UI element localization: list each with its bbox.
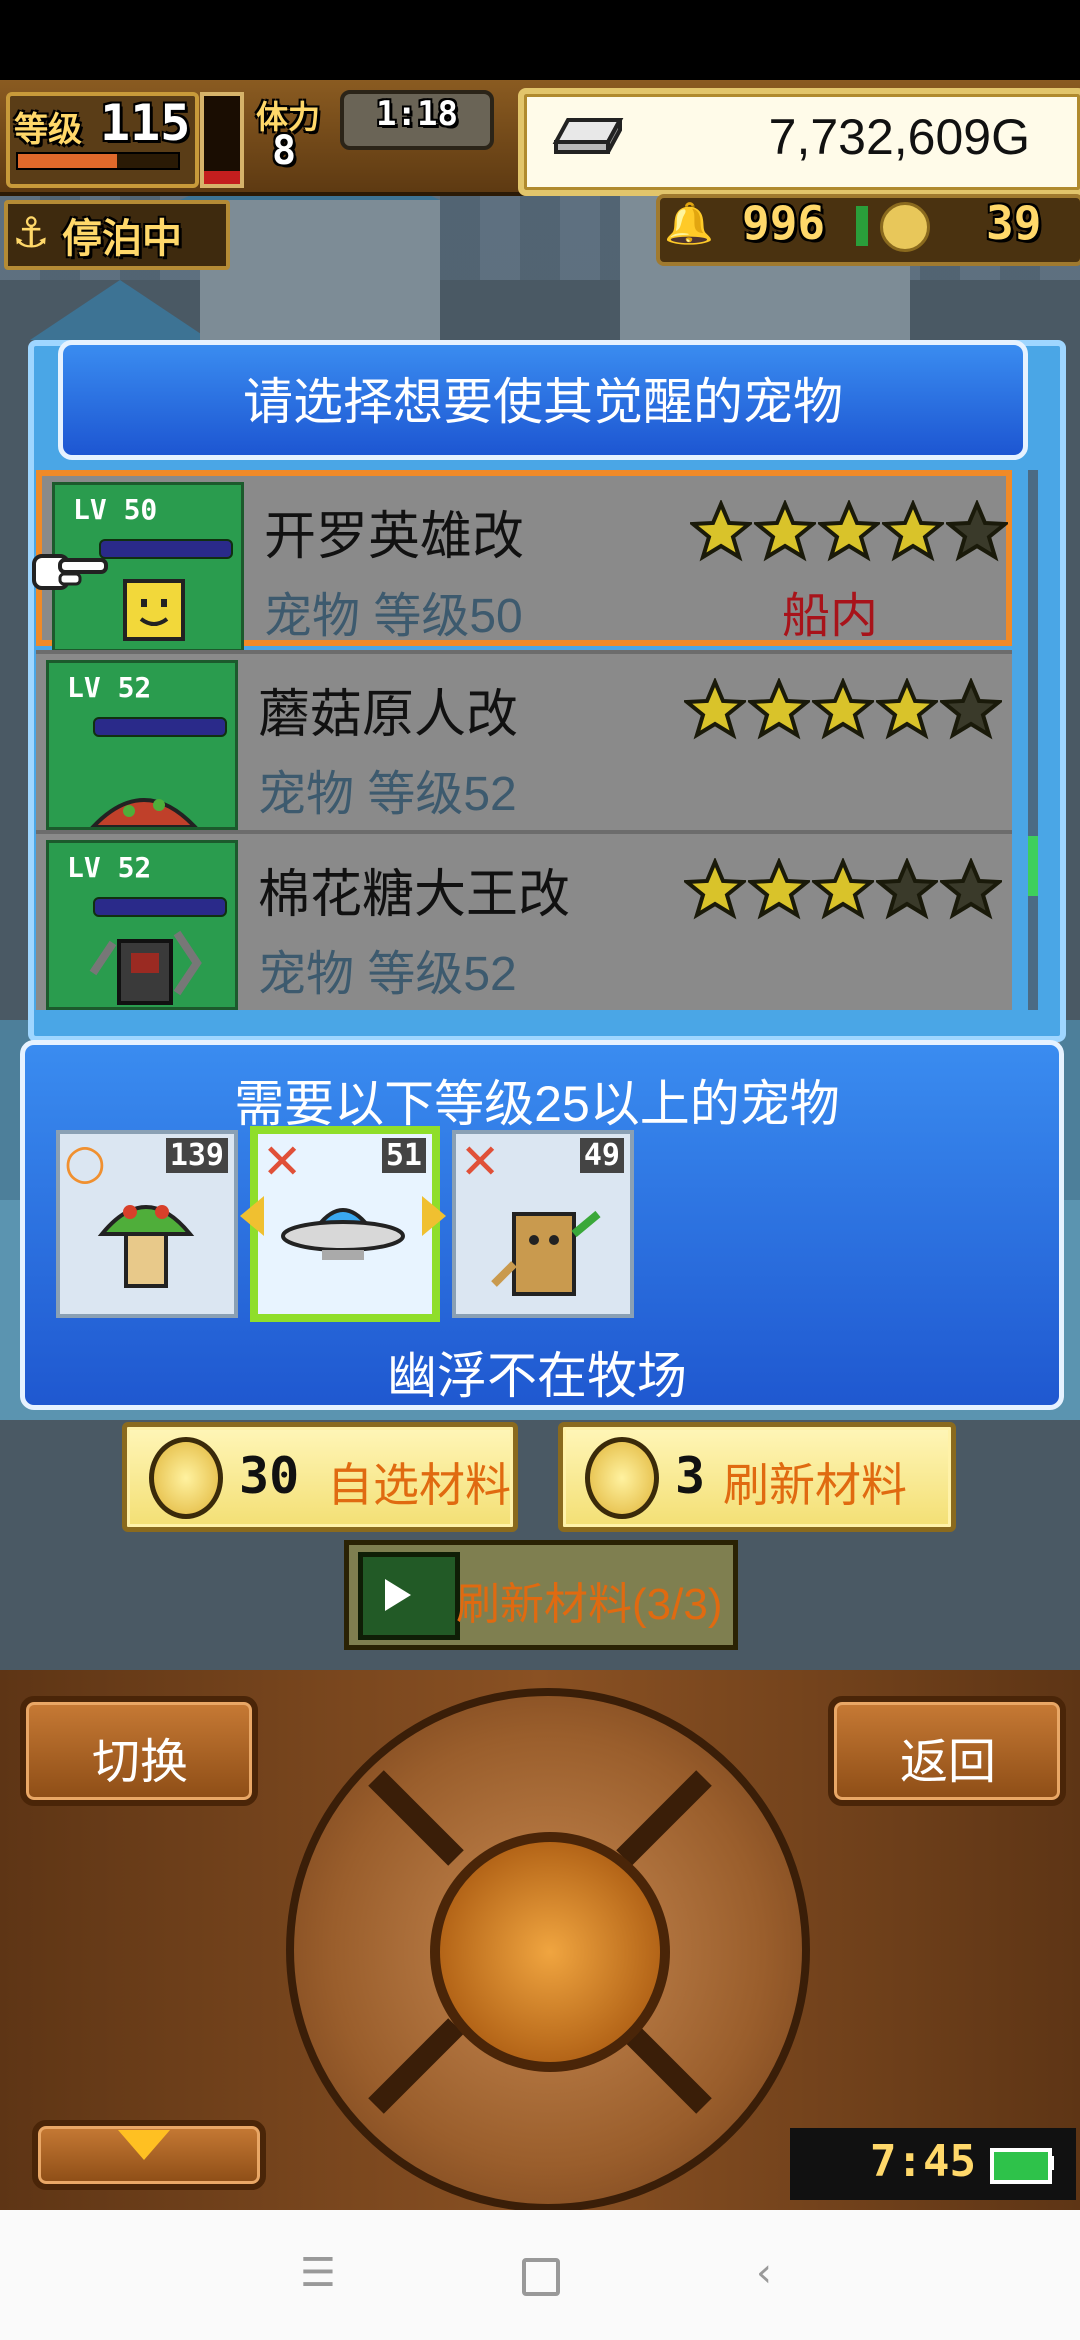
- star-filled-icon: [748, 678, 810, 740]
- star-empty-icon: [940, 678, 1002, 740]
- pet-xp-bar: [93, 717, 227, 737]
- pet-name: 蘑菇原人改: [258, 686, 519, 744]
- pet-rating: [684, 858, 1002, 920]
- material-slot[interactable]: ○ 139: [56, 1130, 238, 1318]
- pet-row[interactable]: LV 52 棉花糖大王改 宠物 等级52: [36, 830, 1012, 1010]
- pet-thumbnail: LV 52: [46, 660, 238, 830]
- star-filled-icon: [876, 678, 938, 740]
- bell-icon: 🔔: [664, 201, 714, 247]
- pet-level-tag: LV 50: [73, 493, 158, 526]
- material-slot[interactable]: ✕ 49: [452, 1130, 634, 1318]
- stamina-gauge: [200, 92, 244, 188]
- down-arrow-icon: [118, 2130, 170, 2160]
- unavailable-mark-icon: ✕: [460, 1134, 501, 1190]
- clock: 7:45: [870, 2136, 976, 2187]
- star-filled-icon: [882, 500, 944, 562]
- battery-tip: [1048, 2156, 1054, 2170]
- ad-refresh-label: 刷新材料(3/3): [456, 1580, 723, 1629]
- pet-level-tag: LV 52: [67, 851, 152, 884]
- slot-left-arrow-icon[interactable]: [240, 1196, 264, 1236]
- pet-type-level: 宠物 等级50: [264, 590, 523, 643]
- pet-location: 船内: [782, 590, 879, 643]
- medal-count: 39: [986, 196, 1042, 250]
- choose-material-label: 自选材料: [327, 1459, 511, 1511]
- star-filled-icon: [812, 858, 874, 920]
- star-empty-icon: [876, 858, 938, 920]
- pointing-hand-icon: [32, 554, 108, 590]
- star-empty-icon: [940, 858, 1002, 920]
- xp-bar-fill: [18, 154, 118, 168]
- mushroom-pet-icon: [97, 1205, 195, 1288]
- stamina-gauge-fill: [204, 170, 240, 184]
- medal-coin-icon: [880, 202, 930, 252]
- medal-coin-icon: [149, 1437, 223, 1519]
- material-slot-selected[interactable]: ✕ 51: [250, 1126, 440, 1322]
- material-level: 139: [165, 1138, 228, 1173]
- medal-coin-icon: [585, 1437, 659, 1519]
- star-filled-icon: [690, 500, 752, 562]
- confirm-button[interactable]: [430, 1832, 670, 2072]
- slot-right-arrow-icon[interactable]: [422, 1196, 446, 1236]
- level-label: 等级: [14, 110, 82, 150]
- gold-bar-icon: [552, 118, 624, 154]
- pet-name: 开罗英雄改: [264, 508, 525, 566]
- star-filled-icon: [754, 500, 816, 562]
- pet-list-scrollbar[interactable]: [1028, 470, 1038, 1010]
- pet-type-level: 宠物 等级52: [258, 948, 517, 1001]
- requirement-title: 需要以下等级25以上的宠物: [234, 1076, 840, 1132]
- hero-pet-sprite: [123, 579, 185, 641]
- choose-material-button[interactable]: 30 自选材料: [122, 1422, 518, 1532]
- battery-icon: [990, 2148, 1052, 2184]
- resource-divider: [856, 206, 868, 246]
- star-filled-icon: [684, 858, 746, 920]
- anchor-icon: ⚓: [12, 208, 50, 257]
- pet-name: 棉花糖大王改: [258, 866, 571, 924]
- docked-status: 停泊中: [62, 216, 182, 262]
- star-filled-icon: [818, 500, 880, 562]
- mushroom-pet-sprite: [90, 798, 198, 827]
- marshmallow-king-sprite: [89, 930, 202, 1005]
- tree-stump-pet-icon: [491, 1210, 601, 1296]
- xp-bar: [16, 152, 180, 170]
- pet-thumbnail: LV 52: [46, 840, 238, 1010]
- material-level: 49: [579, 1138, 624, 1173]
- tv-video-icon: [358, 1552, 460, 1640]
- star-empty-icon: [946, 500, 1008, 562]
- resource-count-1: 996: [742, 196, 826, 250]
- material-level: 51: [381, 1138, 426, 1173]
- pet-select-title: 请选择想要使其觉醒的宠物: [243, 374, 843, 430]
- back-nav-icon[interactable]: ‹: [756, 2250, 772, 2296]
- switch-label: 切换: [92, 1736, 189, 1789]
- star-filled-icon: [748, 858, 810, 920]
- refresh-material-label: 刷新材料: [723, 1459, 907, 1511]
- available-mark-icon: ○: [64, 1134, 106, 1190]
- menu-nav-icon[interactable]: ☰: [300, 2250, 336, 2296]
- player-level: 115: [100, 94, 191, 152]
- star-filled-icon: [812, 678, 874, 740]
- pet-rating: [690, 500, 1008, 562]
- stamina-timer: 1:18: [376, 94, 458, 134]
- home-nav-icon[interactable]: [522, 2258, 560, 2296]
- pet-type-level: 宠物 等级52: [258, 768, 517, 821]
- gold-amount: 7,732,609G: [768, 109, 1030, 165]
- refresh-cost: 3: [675, 1447, 706, 1505]
- pet-list-scroll-thumb[interactable]: [1028, 836, 1038, 896]
- stamina-value: 8: [272, 128, 297, 174]
- pet-xp-bar: [93, 897, 227, 917]
- pet-row[interactable]: LV 52 蘑菇原人改 宠物 等级52: [36, 650, 1012, 830]
- unavailable-mark-icon: ✕: [262, 1134, 303, 1190]
- requirement-status: 幽浮不在牧场: [387, 1348, 687, 1404]
- ufo-pet-icon: [281, 1208, 405, 1260]
- switch-button[interactable]: 切换: [20, 1696, 258, 1806]
- back-label: 返回: [900, 1736, 997, 1789]
- status-bar: [0, 0, 1080, 80]
- refresh-material-button[interactable]: 3 刷新材料: [558, 1422, 956, 1532]
- pet-row[interactable]: LV 50 开罗英雄改 宠物 等级50 船内: [36, 470, 1012, 652]
- pet-rating: [684, 678, 1002, 740]
- star-filled-icon: [684, 678, 746, 740]
- back-button[interactable]: 返回: [828, 1696, 1066, 1806]
- pet-level-tag: LV 52: [67, 671, 152, 704]
- choose-cost: 30: [239, 1447, 300, 1505]
- pet-xp-bar: [99, 539, 233, 559]
